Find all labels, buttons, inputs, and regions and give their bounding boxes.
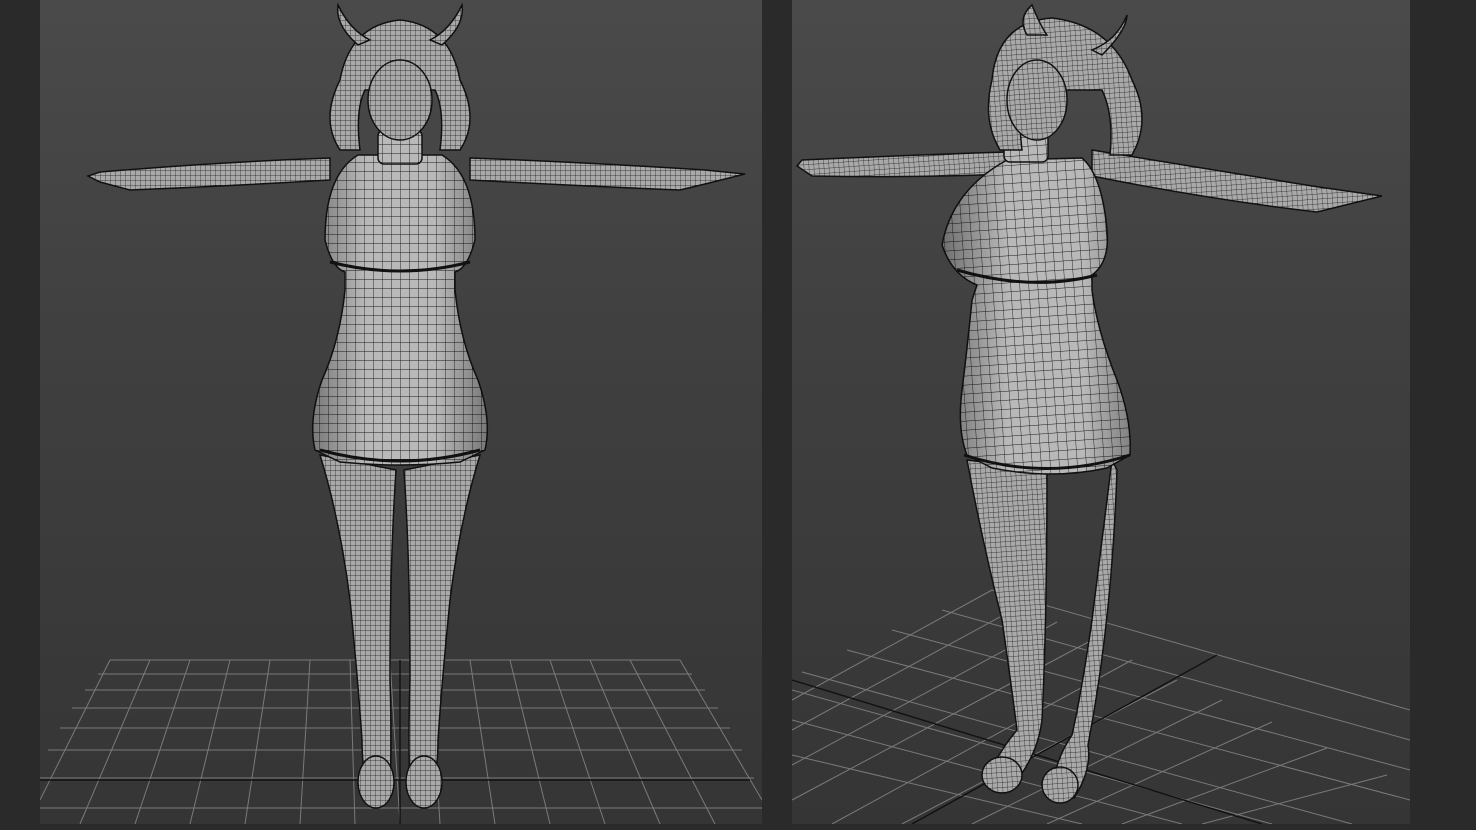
panel-gutter-middle — [762, 0, 792, 830]
left-arm — [86, 157, 331, 191]
left-shoe — [981, 756, 1023, 794]
viewport-perspective-canvas[interactable] — [792, 0, 1410, 824]
left-shoe — [357, 755, 395, 809]
character-mesh-perspective[interactable] — [795, 3, 1383, 804]
panel-gutter-left — [0, 0, 40, 830]
right-horn — [428, 2, 464, 46]
character-mesh[interactable] — [86, 2, 746, 809]
right-shoe — [405, 755, 443, 809]
face — [1006, 59, 1068, 141]
right-shoe — [1041, 766, 1079, 804]
left-horn — [336, 2, 372, 46]
right-arm — [469, 157, 746, 191]
left-leg — [318, 454, 397, 791]
right-arm — [1091, 149, 1383, 213]
viewport-front-canvas[interactable] — [40, 0, 762, 824]
dress-shading — [312, 155, 488, 465]
face — [367, 59, 433, 141]
viewport-front[interactable] — [40, 0, 762, 824]
right-leg — [1053, 457, 1118, 799]
right-leg — [403, 454, 482, 791]
panel-gutter-right — [1410, 0, 1476, 830]
left-arm — [795, 151, 1008, 178]
viewport-perspective[interactable] — [792, 0, 1410, 824]
floor-grid — [40, 659, 762, 824]
